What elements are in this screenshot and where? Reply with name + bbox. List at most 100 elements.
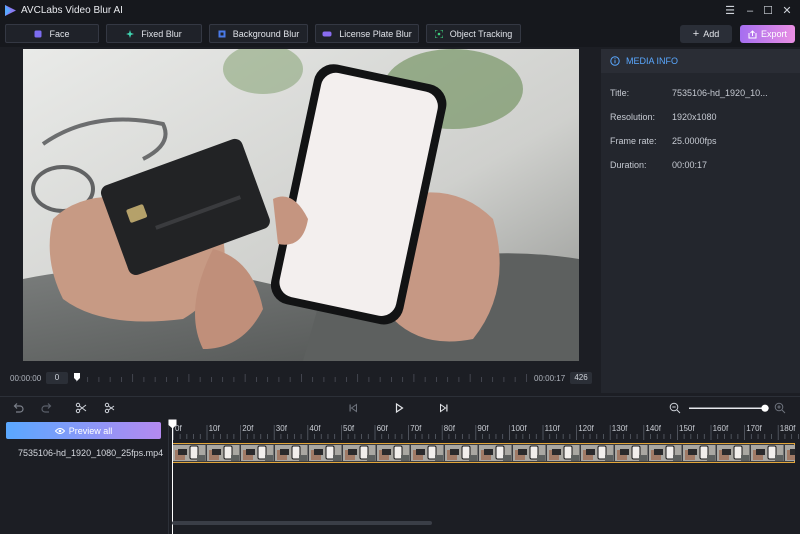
add-button[interactable]: + Add [680, 25, 732, 43]
tool-label: Object Tracking [449, 28, 513, 39]
clip-thumbnail [785, 445, 795, 461]
clip-thumbnail [513, 445, 546, 461]
split-icon[interactable] [74, 401, 88, 415]
preview-all-label: Preview all [68, 425, 113, 436]
timeline-splitter [168, 420, 169, 534]
maximize-button[interactable]: ☐ [760, 3, 776, 19]
clip-thumbnail [309, 445, 342, 461]
clip-thumbnail [275, 445, 308, 461]
add-label: Add [703, 29, 720, 39]
clip-list-item[interactable]: 7535106-hd_1920_1080_25fps.mp4 [18, 448, 163, 458]
export-icon [748, 29, 757, 38]
export-button[interactable]: Export [740, 25, 795, 43]
background-blur-icon [218, 30, 226, 37]
clip-thumbnail [411, 445, 444, 461]
fixed-blur-icon [126, 29, 135, 38]
playhead-line [172, 424, 173, 534]
background-blur-tool-button[interactable]: Background Blur [209, 24, 308, 43]
plus-icon: + [692, 28, 700, 40]
tool-label: License Plate Blur [339, 28, 412, 39]
clip-thumbnail [479, 445, 512, 461]
ruler-label: 70f [410, 424, 422, 433]
timeline-ruler[interactable]: 0f 10f 20f 30f 40f 50f 60f 70f 80f 90f 100f 110f 120… [172, 420, 800, 440]
preview-all-button[interactable]: Preview all [6, 422, 161, 439]
object-tracking-icon [434, 29, 443, 38]
ruler-label: 150f [679, 424, 695, 433]
ruler-label: 30f [276, 424, 288, 433]
zoom-in-icon[interactable] [773, 401, 787, 415]
clip-thumbnail [377, 445, 410, 461]
object-tracking-tool-button[interactable]: Object Tracking [426, 24, 521, 43]
tool-label: Background Blur [232, 28, 300, 39]
info-framerate-label: Frame rate: [610, 136, 657, 146]
face-icon [34, 30, 42, 37]
ruler-label: 160f [713, 424, 729, 433]
redo-icon[interactable] [40, 401, 54, 415]
info-resolution-label: Resolution: [610, 112, 656, 122]
clip-thumbnail [615, 445, 648, 461]
fixed-blur-tool-button[interactable]: Fixed Blur [106, 24, 202, 43]
ruler-label: 80f [444, 424, 456, 433]
eye-icon [54, 427, 65, 434]
clip-thumbnail [207, 445, 240, 461]
cut-icon[interactable] [103, 401, 117, 415]
clip-thumbnail [649, 445, 682, 461]
ruler-label: 10f [209, 424, 221, 433]
timeline-divider [0, 396, 800, 397]
media-info-panel [601, 49, 800, 393]
info-icon [610, 56, 620, 66]
clip-thumbnail [581, 445, 614, 461]
face-tool-button[interactable]: Face [5, 24, 99, 43]
ruler-label: 50f [343, 424, 355, 433]
clip-thumbnail [547, 445, 580, 461]
ruler-label: 20f [242, 424, 254, 433]
undo-icon[interactable] [11, 401, 25, 415]
video-preview[interactable] [23, 49, 579, 361]
timeline-scrollbar[interactable] [172, 521, 432, 525]
ruler-label: 180f [780, 424, 796, 433]
ruler-label: 60f [377, 424, 389, 433]
app-title: AVCLabs Video Blur AI [21, 5, 123, 16]
zoom-out-icon[interactable] [668, 401, 682, 415]
current-frame-field[interactable]: 0 [46, 372, 68, 384]
menu-icon[interactable]: ☰ [722, 3, 738, 19]
ruler-label: 90f [477, 424, 489, 433]
previous-frame-icon[interactable] [346, 401, 360, 415]
license-plate-icon [322, 31, 332, 36]
info-title-value: 7535106-hd_1920_10... [672, 88, 768, 98]
next-frame-icon[interactable] [437, 401, 451, 415]
tool-label: Fixed Blur [141, 28, 182, 39]
info-duration-value: 00:00:17 [672, 160, 708, 170]
play-icon[interactable] [392, 401, 406, 415]
ruler-label: 130f [612, 424, 628, 433]
clip-thumbnail [751, 445, 784, 461]
minimize-button[interactable]: – [742, 3, 758, 19]
info-resolution-value: 1920x1080 [672, 112, 717, 122]
ruler-label: 40f [309, 424, 321, 433]
close-button[interactable]: ✕ [779, 3, 795, 19]
export-label: Export [760, 29, 787, 39]
clip-thumbnail [241, 445, 274, 461]
clip-thumbnail [717, 445, 750, 461]
scrubber-handle [74, 373, 80, 381]
clip-thumbnail [445, 445, 478, 461]
ruler-label: 120f [578, 424, 594, 433]
total-frames: 426 [570, 372, 592, 384]
ruler-label: 100f [511, 424, 527, 433]
zoom-slider[interactable] [688, 402, 772, 414]
video-track-clip[interactable] [172, 443, 795, 463]
ruler-label: 170f [746, 424, 762, 433]
total-time: 00:00:17 [534, 374, 566, 383]
license-plate-blur-tool-button[interactable]: License Plate Blur [315, 24, 419, 43]
media-info-title: MEDIA INFO [626, 56, 679, 66]
current-time: 00:00:00 [10, 374, 42, 383]
tool-label: Face [49, 28, 70, 39]
info-title-label: Title: [610, 88, 630, 98]
ruler-label: 110f [545, 424, 561, 433]
ruler-label: 140f [645, 424, 661, 433]
clip-thumbnail [343, 445, 376, 461]
playhead-handle[interactable] [168, 419, 177, 429]
scrubber-track[interactable] [74, 373, 528, 383]
info-duration-label: Duration: [610, 160, 647, 170]
app-logo-icon [5, 5, 16, 16]
